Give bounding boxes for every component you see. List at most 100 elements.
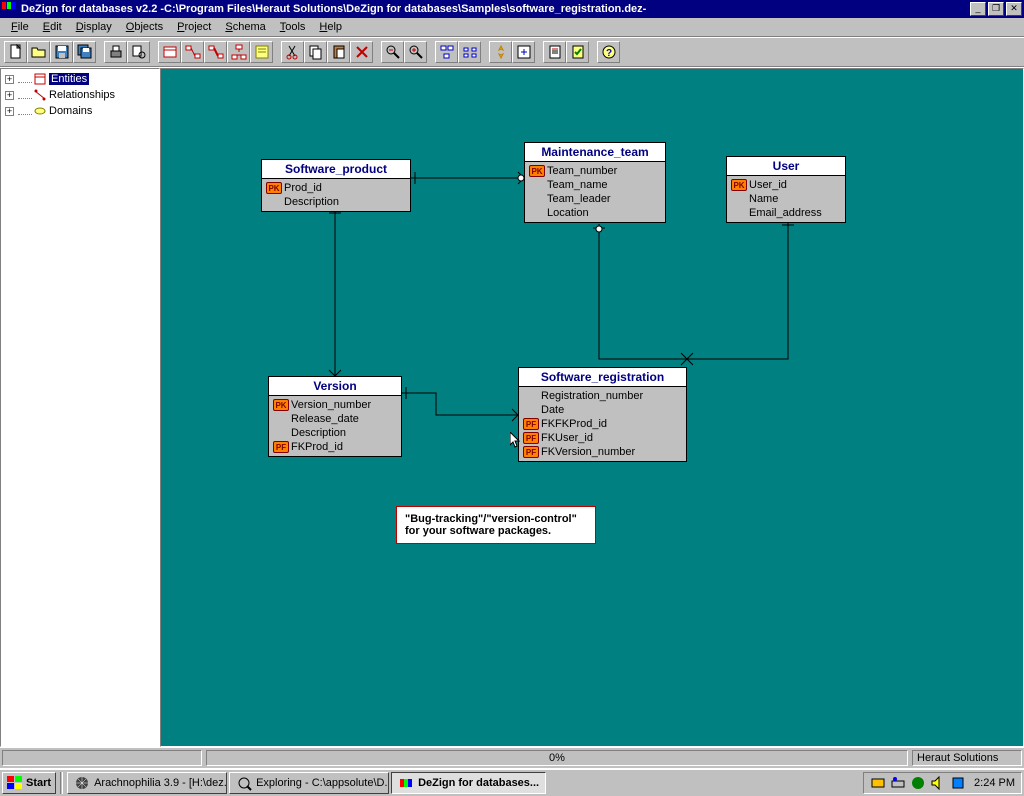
menu-project[interactable]: Project [170,19,218,35]
app-icon [74,775,90,791]
validate-button[interactable] [566,41,589,63]
entity-title: Version [269,377,401,396]
tray-icon[interactable] [890,775,906,791]
report-button[interactable] [543,41,566,63]
volume-icon[interactable] [930,775,946,791]
system-tray[interactable]: 2:24 PM [863,772,1022,794]
tree-node-domains[interactable]: + Domains [3,103,157,119]
print-button[interactable] [104,41,127,63]
fk-icon: PF [523,418,539,430]
maximize-button[interactable]: ❐ [988,2,1004,16]
relationship-icon [34,89,46,101]
tree-panel[interactable]: + Entities + Relationships + Domains [0,68,160,747]
svg-text:?: ? [605,48,611,59]
tree-label: Relationships [49,89,115,101]
entity-title: User [727,157,845,176]
tray-icon[interactable] [870,775,886,791]
attribute: User_id [749,179,787,191]
expander-icon[interactable]: + [5,91,14,100]
minimize-button[interactable]: _ [970,2,986,16]
paste-button[interactable] [327,41,350,63]
taskbar: Start Arachnophilia 3.9 - [H:\dez... Exp… [0,768,1024,796]
status-vendor: Heraut Solutions [912,750,1022,766]
align-button[interactable] [458,41,481,63]
window-title: DeZign for databases v2.2 -C:\Program Fi… [21,3,970,15]
entity-icon [34,73,46,85]
taskbar-label: Arachnophilia 3.9 - [H:\dez... [94,777,227,789]
toolbar: ? [0,37,1024,67]
start-button[interactable]: Start [2,772,56,794]
menu-edit[interactable]: Edit [36,19,69,35]
status-progress: 0% [206,750,908,766]
entity-version[interactable]: Version PKVersion_number Release_date De… [268,376,402,457]
explorer-icon [236,775,252,791]
attribute: FKFKProd_id [541,418,607,430]
attribute: Team_leader [547,193,611,205]
attribute: Registration_number [541,390,643,402]
statusbar: 0% Heraut Solutions [0,747,1024,768]
tree-node-entities[interactable]: + Entities [3,71,157,87]
entity-button[interactable] [158,41,181,63]
status-panel-1 [2,750,202,766]
menu-help[interactable]: Help [312,19,349,35]
reverse-button[interactable] [512,41,535,63]
cut-button[interactable] [281,41,304,63]
relationship-button[interactable] [181,41,204,63]
save-button[interactable] [50,41,73,63]
pk-icon: PK [731,179,747,191]
pk-icon: PK [273,399,289,411]
menubar: File Edit Display Objects Project Schema… [0,18,1024,37]
zoom-out-button[interactable] [381,41,404,63]
generate-button[interactable] [489,41,512,63]
save-all-button[interactable] [73,41,96,63]
menu-display[interactable]: Display [69,19,119,35]
arrange-button[interactable] [435,41,458,63]
taskbar-item-1[interactable]: Exploring - C:\appsolute\D... [229,772,389,794]
pk-icon: PK [266,182,282,194]
taskbar-label: Exploring - C:\appsolute\D... [256,777,389,789]
taskbar-item-2[interactable]: DeZign for databases... [391,772,546,794]
entity-user[interactable]: User PKUser_id Name Email_address [726,156,846,223]
titlebar: DeZign for databases v2.2 -C:\Program Fi… [0,0,1024,18]
delete-button[interactable] [350,41,373,63]
attribute: Version_number [291,399,371,411]
start-label: Start [26,777,51,789]
app-icon [2,2,18,16]
open-button[interactable] [27,41,50,63]
attribute: Location [547,207,589,219]
subtype-button[interactable] [227,41,250,63]
entity-software-product[interactable]: Software_product PKProd_id Description [261,159,411,212]
menu-file[interactable]: File [4,19,36,35]
attribute: Team_name [547,179,608,191]
attribute: Release_date [291,413,359,425]
zoom-in-button[interactable] [404,41,427,63]
copy-button[interactable] [304,41,327,63]
new-button[interactable] [4,41,27,63]
identifying-rel-button[interactable] [204,41,227,63]
menu-schema[interactable]: Schema [218,19,272,35]
fk-icon: PF [273,441,289,453]
diagram-note[interactable]: "Bug-tracking"/"version-control" for you… [396,506,596,544]
expander-icon[interactable]: + [5,107,14,116]
taskbar-label: DeZign for databases... [418,777,539,789]
print-preview-button[interactable] [127,41,150,63]
help-button[interactable]: ? [597,41,620,63]
entity-software-registration[interactable]: Software_registration Registration_numbe… [518,367,687,462]
tree-label: Entities [49,73,89,85]
menu-objects[interactable]: Objects [119,19,170,35]
menu-tools[interactable]: Tools [273,19,313,35]
entity-maintenance-team[interactable]: Maintenance_team PKTeam_number Team_name… [524,142,666,223]
attribute: Name [749,193,778,205]
diagram-canvas[interactable]: Software_product PKProd_id Description M… [160,68,1024,747]
attribute: Description [284,196,339,208]
expander-icon[interactable]: + [5,75,14,84]
taskbar-item-0[interactable]: Arachnophilia 3.9 - [H:\dez... [67,772,227,794]
attribute: FKVersion_number [541,446,635,458]
close-button[interactable]: ✕ [1006,2,1022,16]
attribute: FKProd_id [291,441,343,453]
tray-icon[interactable] [910,775,926,791]
tree-node-relationships[interactable]: + Relationships [3,87,157,103]
tray-icon[interactable] [950,775,966,791]
fk-icon: PF [523,432,539,444]
note-button[interactable] [250,41,273,63]
